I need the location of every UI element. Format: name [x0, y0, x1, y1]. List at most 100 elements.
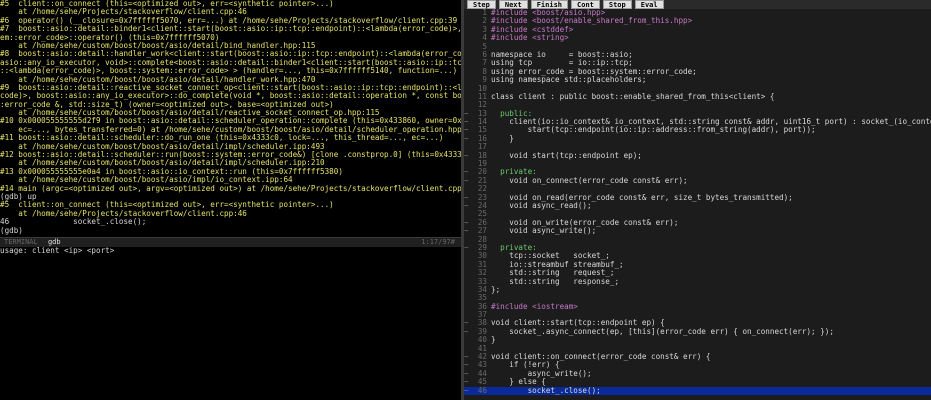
cont-button[interactable]: Cont — [571, 0, 600, 9]
gdb-console[interactable]: #5 client::on_connect (this=<optimized o… — [0, 0, 461, 237]
line-code: socket_.close(); — [491, 386, 601, 395]
line-number: 8 — [482, 67, 487, 76]
source-line: 1 #include <boost/asio.hpp> — [464, 9, 931, 17]
terminal-line: usage: client <ip> <port> — [0, 247, 115, 255]
gdb-line: at /home/sehe/custom/boost/boost/asio/de… — [0, 142, 325, 151]
line-number: 40 — [477, 336, 487, 345]
line-number: 15 — [477, 126, 487, 135]
gdb-line: #14 main (argc=<optimized out>, argv=<op… — [0, 184, 461, 193]
line-code: std::string request_; — [491, 269, 615, 278]
line-number: 38 — [477, 319, 487, 328]
source-line: ~16 } — [464, 135, 931, 143]
line-code: using namespace std::placeholders; — [491, 76, 647, 85]
source-line: 4 #include <string> — [464, 34, 931, 42]
gdb-line: #8 boost::asio::detail::handler_work<cli… — [0, 50, 461, 59]
source-line: ~23 void on_read(error_code const& err, … — [464, 194, 931, 202]
line-number: 10 — [477, 84, 487, 93]
line-code: using tcp = io::ip::tcp; — [491, 59, 633, 68]
line-code: void async_read(); — [491, 201, 592, 210]
source-line: ~43 if (!err) { — [464, 361, 931, 369]
line-code: void on_connect(error_code const& err); — [491, 176, 688, 185]
line-code: namespace io = boost::asio; — [491, 50, 633, 59]
line-code: void start(tcp::endpoint ep); — [491, 151, 642, 160]
status-bar: TERMINAL gdb 1:17/97# — [0, 237, 461, 247]
line-number: 42 — [477, 353, 487, 362]
line-number: 34 — [477, 285, 487, 294]
line-code: }; — [491, 285, 501, 294]
line-number: 22 — [477, 185, 487, 194]
line-code: #include <cstddef> — [491, 25, 574, 34]
source-line: 8 using error_code = boost::system::error… — [464, 68, 931, 76]
source-line: ~44 async_write(); — [464, 370, 931, 378]
source-line: 35 — [464, 294, 931, 302]
line-number: 14 — [477, 118, 487, 127]
line-number: 39 — [477, 327, 487, 336]
source-line: 5 — [464, 43, 931, 51]
line-number: 2 — [482, 17, 487, 26]
source-line: 30 tcp::socket socket_; — [464, 252, 931, 260]
line-code: void async_write(); — [491, 227, 597, 236]
line-number: 41 — [477, 344, 487, 353]
line-number: 27 — [477, 227, 487, 236]
gdb-line: #9 boost::asio::detail::reactive_socket_… — [0, 83, 461, 92]
gdb-line: #13 0x000055555555e0a4 in boost::asio::i… — [0, 167, 343, 176]
source-line: 19 — [464, 160, 931, 168]
line-number: 44 — [477, 369, 487, 378]
gdb-line: at /home/sehe/custom/boost/boost/asio/de… — [0, 109, 380, 118]
line-code: io::streambuf streambuf_; — [491, 260, 624, 269]
line-number: 16 — [477, 134, 487, 143]
line-number: 26 — [477, 218, 487, 227]
gdb-line: (gdb) — [0, 226, 23, 235]
source-line: 11 class client : public boost::enable_sh… — [464, 93, 931, 101]
source-window: Step Next Finish Cont Stop Eval 1 #includ… — [464, 0, 931, 400]
line-number: 30 — [477, 252, 487, 261]
line-code: std::string response_; — [491, 277, 620, 286]
debug-toolbar: Step Next Finish Cont Stop Eval — [464, 0, 931, 9]
gdb-line: #5 client::on_connect (this=<optimized o… — [0, 201, 334, 210]
finish-button[interactable]: Finish — [530, 0, 569, 9]
source-line: 32 std::string request_; — [464, 269, 931, 277]
line-number: 18 — [477, 151, 487, 160]
next-button[interactable]: Next — [498, 0, 528, 9]
line-number: 36 — [477, 302, 487, 311]
source-line: 2 #include <boost/enable_shared_from_this… — [464, 17, 931, 25]
source-line: ~14 client(io::io_context& io_context, s… — [464, 118, 931, 126]
source-line: 7 using tcp = io::ip::tcp; — [464, 59, 931, 67]
line-code: } — [491, 134, 514, 143]
source-line: 28 — [464, 236, 931, 244]
stop-button[interactable]: Stop — [602, 0, 632, 9]
gdb-line: :error_code &, std::size_t) (owner=<opti… — [0, 100, 334, 109]
gdb-line: ::<lambda(error_code)>, boost::system::e… — [0, 67, 458, 76]
line-number: 37 — [477, 311, 487, 320]
line-number: 25 — [477, 210, 487, 219]
line-number: 23 — [477, 193, 487, 202]
line-number: 43 — [477, 361, 487, 370]
line-code: tcp::socket socket_; — [491, 252, 610, 261]
line-number: 33 — [477, 277, 487, 286]
line-code: #include <boost/asio.hpp> — [491, 9, 606, 17]
line-number: 7 — [482, 59, 487, 68]
line-number: 32 — [477, 269, 487, 278]
source-line: ~26 void on_write(error_code const& err)… — [464, 219, 931, 227]
line-code: void client::on_connect(error_code const… — [491, 353, 711, 362]
line-code: private: — [491, 243, 537, 252]
source-code-view[interactable]: 1 #include <boost/asio.hpp> 2 #include <boo… — [464, 9, 931, 395]
line-number: 19 — [477, 160, 487, 169]
gdb-line: at /home/sehe/Projects/stackoverflow/cli… — [0, 209, 247, 218]
line-code: #include <string> — [491, 34, 569, 43]
line-code: #include <iostream> — [491, 302, 578, 311]
source-line: ~20 private: — [464, 168, 931, 176]
source-line: ~24 void async_read(); — [464, 202, 931, 210]
line-number: 11 — [477, 92, 487, 101]
line-number: 17 — [477, 143, 487, 152]
program-terminal[interactable]: usage: client <ip> <port> — [0, 247, 461, 400]
line-number: 31 — [477, 260, 487, 269]
line-code: void on_read(error_code const& err, size… — [491, 193, 793, 202]
line-code: class client : public boost::enable_shar… — [491, 92, 775, 101]
line-number: 13 — [477, 109, 487, 118]
eval-button[interactable]: Eval — [634, 0, 664, 9]
source-line: 34}; — [464, 286, 931, 294]
gdb-line: (gdb) up — [0, 192, 37, 201]
step-button[interactable]: Step — [467, 0, 496, 9]
line-code: void client::start(tcp::endpoint ep) { — [491, 319, 665, 328]
